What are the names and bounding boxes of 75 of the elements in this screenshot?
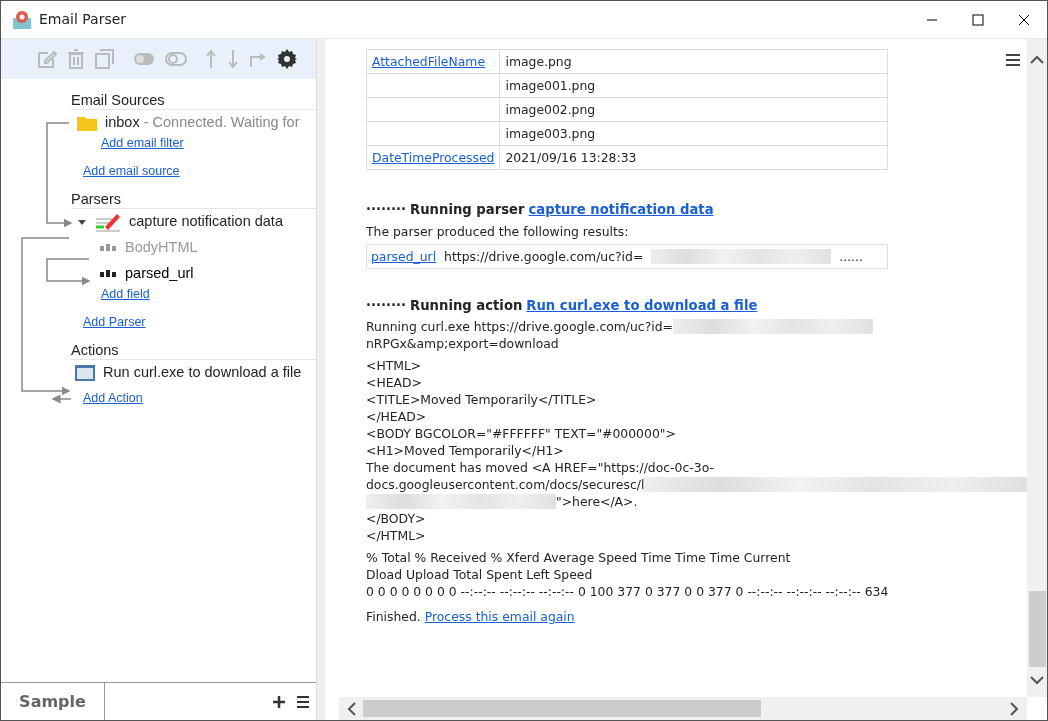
source-item[interactable]: inbox - Connected. Waiting for (105, 112, 300, 134)
copy-icon[interactable] (95, 49, 115, 69)
toggle-icon[interactable] (165, 52, 187, 66)
heading-label: Running action (410, 297, 523, 314)
log-text: ">here</A>. (556, 493, 638, 510)
scrollbar-thumb[interactable] (1028, 591, 1046, 667)
up-arrow-icon[interactable] (205, 49, 217, 69)
add-field-link[interactable]: Add field (101, 287, 150, 301)
parser-pencil-icon (95, 211, 121, 233)
horizontal-scrollbar[interactable] (339, 697, 1027, 720)
log-text: 0 0 0 0 0 0 0 0 --:--:-- --:--:-- --:--:-- 0 100 377 0 377 0 0 377 0 --:--:-- --:--:-- --:--:-- 634 (366, 583, 890, 600)
log-text: Dload Upload Total Spent Left Speed (366, 566, 594, 583)
collapse-caret-icon[interactable] (77, 218, 87, 226)
edit-icon[interactable] (37, 49, 57, 69)
field-value: image003.png (505, 126, 596, 141)
scrollbar-thumb[interactable] (363, 700, 761, 717)
down-arrow-icon[interactable] (227, 49, 239, 69)
menu-icon[interactable] (296, 694, 310, 709)
add-link[interactable]: Add Action (83, 391, 143, 405)
log-text: Running curl.exe https://drive.google.com/uc?id= (366, 318, 673, 335)
field-value: image001.png (505, 78, 596, 93)
ellipsis-marker: ...... (839, 248, 863, 265)
log-text: The document has moved <A HREF="https://doc-0c-3o- (366, 459, 714, 476)
log-text: </HEAD> (366, 408, 427, 425)
log-text: <HTML> (366, 357, 422, 374)
log-text: <H1>Moved Temporarily</H1> (366, 442, 564, 459)
add-link[interactable]: Add email source (83, 164, 180, 178)
scroll-left-icon[interactable] (347, 701, 357, 716)
close-icon[interactable] (1018, 13, 1030, 26)
dots-marker: ········ (366, 297, 407, 314)
log-text: <TITLE>Moved Temporarily</TITLE> (366, 391, 597, 408)
log-text: % Total % Received % Xferd Average Speed Time Time Time Current (366, 549, 792, 566)
field-value: image002.png (505, 102, 596, 117)
text-type-icon (99, 269, 117, 279)
parser-item[interactable]: capture notification data (129, 211, 283, 233)
heading-link[interactable]: Run curl.exe to download a file (526, 297, 758, 314)
add-filter-link[interactable]: Add email filter (101, 136, 184, 150)
field-item[interactable]: parsed_url (125, 263, 194, 285)
log-text: Finished. (366, 608, 421, 625)
settings-icon[interactable] (277, 49, 297, 69)
field-value: 2021/09/16 13:28:33 (505, 150, 637, 165)
scroll-up-icon[interactable] (1030, 55, 1044, 65)
scroll-right-icon[interactable] (1009, 701, 1019, 716)
folder-icon (77, 115, 97, 131)
log-text: </HTML> (366, 527, 426, 544)
delete-icon[interactable] (67, 49, 85, 69)
log-text: <HEAD> (366, 374, 422, 391)
result-value: https://drive.google.com/uc?id= (444, 248, 644, 265)
scroll-down-icon[interactable] (1030, 675, 1044, 685)
app-logo-icon (11, 8, 33, 31)
reprocess-link[interactable]: Process this email again (424, 608, 575, 625)
text-type-icon (99, 243, 117, 253)
vertical-scrollbar[interactable] (1027, 39, 1047, 697)
window-title: Email Parser (39, 10, 127, 29)
log-text: nRPGx&amp;export=download (366, 335, 560, 352)
log-text: docs.googleusercontent.com/docs/securesc/l (366, 476, 645, 493)
action-item[interactable]: Run curl.exe to download a file (103, 362, 302, 384)
menu-icon[interactable] (1005, 53, 1021, 67)
log-text: </BODY> (366, 510, 426, 527)
maximize-icon[interactable] (972, 13, 984, 26)
add-icon[interactable] (272, 694, 286, 709)
section-heading: Parsers (71, 178, 316, 209)
heading-label: Running parser (410, 201, 525, 218)
heading-link[interactable]: capture notification data (528, 201, 714, 218)
parser-note: The parser produced the following results: (366, 223, 630, 240)
section-heading: Actions (71, 329, 316, 360)
field-value: image.png (505, 54, 572, 69)
toggle-icon[interactable] (133, 52, 155, 66)
pane-splitter[interactable] (317, 39, 325, 720)
add-link[interactable]: Add Parser (83, 315, 146, 329)
result-field-link[interactable]: parsed_url (371, 248, 437, 265)
log-text: <BODY BGCOLOR="#FFFFFF" TEXT="#000000"> (366, 425, 676, 442)
dots-marker: ········ (366, 201, 407, 218)
section-heading: Email Sources (71, 79, 316, 110)
terminal-window-icon (75, 365, 95, 381)
